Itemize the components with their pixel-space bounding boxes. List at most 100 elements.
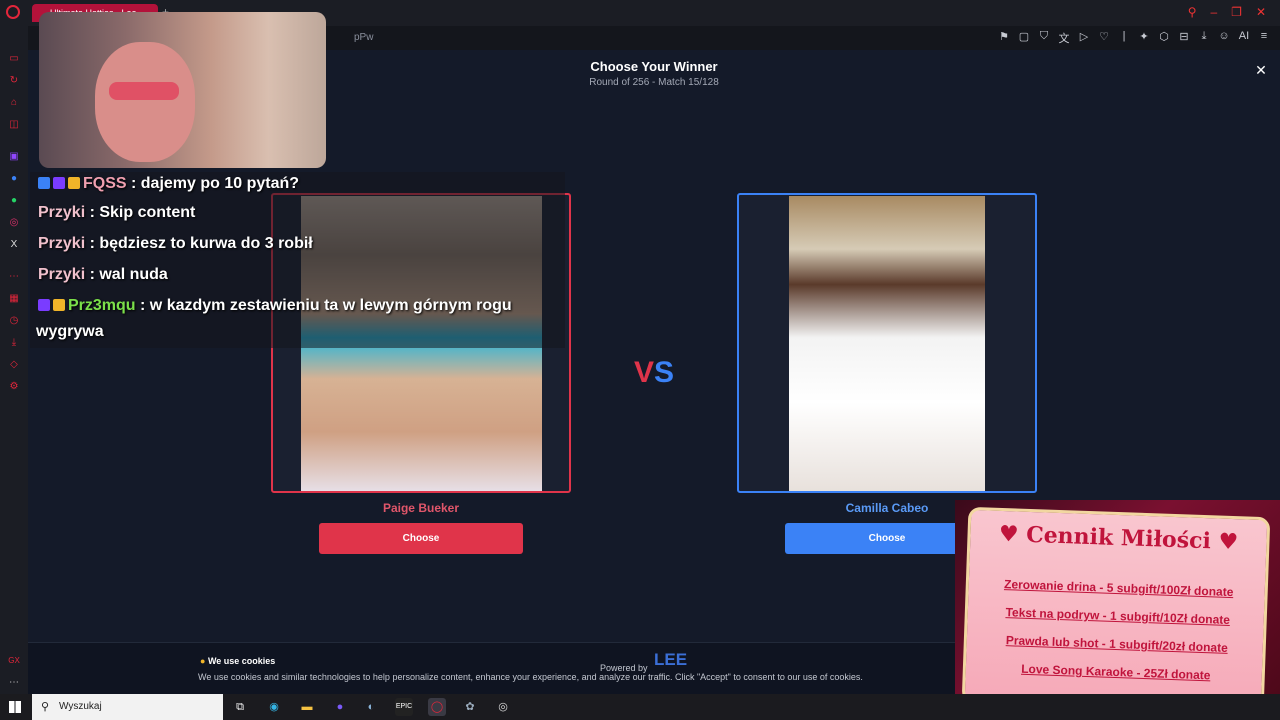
streamer-glasses (109, 82, 179, 100)
sidebar-more-icon[interactable]: ⋯ (7, 676, 21, 690)
profile-icon[interactable]: ☺ (1218, 30, 1230, 46)
epic-games-icon[interactable]: EPIC (395, 698, 413, 716)
heart-icon[interactable]: ♡ (1098, 30, 1110, 46)
sidebar-messenger-icon[interactable]: ● (7, 172, 21, 186)
lee-logo: LEE (654, 650, 688, 669)
extension-icon[interactable]: ✦ (1138, 30, 1150, 46)
price-item: Tekst na podryw - 1 subgift/10Zł donate (1005, 605, 1231, 627)
download-icon[interactable]: ⤓ (1198, 30, 1210, 46)
edge-icon[interactable]: ◉ (265, 698, 283, 716)
sidebar-twitch-icon[interactable]: ▣ (7, 150, 21, 164)
sidebar-grid-icon[interactable]: ▦ (7, 292, 21, 306)
browser-toolbar: ⚑ ▢ ⛉ 文 ▷ ♡ | ✦ ⬡ ⊟ ⤓ ☺ AI ≡ (998, 30, 1270, 46)
sidebar-home-icon[interactable]: ▭ (7, 52, 21, 66)
sidebar-gx-icon[interactable]: GX (7, 654, 21, 668)
close-window-icon[interactable]: ✕ (1256, 5, 1266, 19)
app-icon[interactable]: ✿ (461, 698, 479, 716)
shield-icon[interactable]: ⛉ (1038, 30, 1050, 46)
chat-text: : w kazdym zestawieniu ta w lewym górnym… (135, 297, 512, 314)
task-view-icon[interactable]: ⧉ (231, 698, 249, 716)
badge-icon (68, 177, 80, 189)
chat-message: FQSS : dajemy po 10 pytań? (38, 175, 299, 193)
chat-message: Przyki : będziesz to kurwa do 3 robił (38, 235, 313, 253)
price-list-overlay: ♥ Cennik Miłości ♥ Zerowanie drina - 5 s… (955, 500, 1280, 720)
minimize-icon[interactable]: – (1210, 5, 1217, 19)
vs-s: S (654, 356, 675, 389)
chat-message-continuation: wygrywa (36, 323, 104, 341)
choose-left-button[interactable]: Choose (319, 523, 523, 554)
screen: Ultimate Hotties - Lee... + ⚲ – ❐ ✕ pPw … (0, 0, 1280, 720)
ai-button[interactable]: AI (1238, 30, 1250, 46)
cookie-title: ● We use cookies (200, 656, 275, 666)
powered-by-label: Powered by (600, 663, 648, 673)
search-icon: ⚲ (41, 701, 50, 713)
sidebar-settings-icon[interactable]: ⚙ (7, 380, 21, 394)
heart-icon: ♥ (998, 520, 1027, 548)
extensions-divider: | (1122, 30, 1126, 42)
sidebar-download-icon[interactable]: ⤓ (7, 336, 21, 350)
chat-message: Przyki : wal nuda (38, 266, 168, 284)
opera-logo-icon[interactable] (6, 5, 20, 19)
snapshot-icon[interactable]: ▢ (1018, 30, 1030, 46)
right-contestant-card[interactable] (737, 193, 1037, 493)
chat-message: Prz3mqu : w kazdym zestawieniu ta w lewy… (38, 297, 512, 315)
chat-text: : dajemy po 10 pytań? (126, 175, 300, 192)
puzzle-icon[interactable]: ⬡ (1158, 30, 1170, 46)
translate-icon[interactable]: 文 (1058, 30, 1070, 46)
stream-chat: FQSS : dajemy po 10 pytań? Przyki : Skip… (30, 172, 565, 348)
search-icon[interactable]: ⚲ (1188, 5, 1197, 19)
sidebar-x-icon[interactable]: X (7, 238, 21, 252)
restore-icon[interactable]: ❐ (1231, 5, 1242, 19)
sidebar-clock-icon[interactable]: ◷ (7, 314, 21, 328)
vs-v: V (634, 356, 655, 389)
sidebar-whatsapp-icon[interactable]: ● (7, 194, 21, 208)
obs-icon[interactable]: ◎ (494, 698, 512, 716)
window-controls: ⚲ – ❐ ✕ (1188, 5, 1266, 19)
close-button[interactable]: ✕ (1250, 60, 1272, 80)
cookie-icon: ● (200, 656, 208, 666)
chat-username: Prz3mqu (68, 297, 136, 314)
streamer-webcam (39, 12, 326, 168)
chat-text: : Skip content (85, 204, 196, 221)
price-item: Prawda lub shot - 1 subgift/20zł donate (1005, 633, 1229, 655)
chat-username: Przyki (38, 266, 86, 283)
badge-icon (53, 299, 65, 311)
search-placeholder: Wyszukaj (59, 701, 102, 712)
left-contestant-name: Paige Bueker (382, 501, 460, 515)
sidebar-cube-icon[interactable]: ◇ (7, 358, 21, 372)
badge-icon (38, 299, 50, 311)
cookie-title-text: We use cookies (207, 656, 276, 666)
opera-gx-taskbar-icon[interactable]: ◯ (428, 698, 446, 716)
bookmark-icon[interactable]: ⚑ (998, 30, 1010, 46)
chat-username: Przyki (38, 235, 86, 252)
start-menu-icon[interactable] (9, 701, 21, 713)
sidebar-history-icon[interactable]: ↻ (7, 74, 21, 88)
chat-text: : wal nuda (85, 266, 168, 283)
taskbar-search[interactable]: ⚲ Wyszukaj (32, 694, 223, 720)
file-explorer-icon[interactable]: ▬ (298, 698, 316, 716)
chat-username: Przyki (38, 204, 86, 221)
chat-message: Przyki : Skip content (38, 204, 195, 222)
sidebar-instagram-icon[interactable]: ◎ (7, 216, 21, 230)
streamer-face (95, 42, 195, 162)
sidebar-bag-icon[interactable]: ⌂ (7, 96, 21, 110)
menu-icon[interactable]: ≡ (1258, 30, 1270, 46)
sidebar-flow-icon[interactable]: ⋯ (7, 270, 21, 284)
price-title: ♥ Cennik Miłości ♥ (970, 520, 1267, 556)
price-item: Zerowanie drina - 5 subgift/100Zł donate (1003, 577, 1234, 600)
price-title-text: Cennik Miłości (1025, 521, 1212, 555)
wallet-icon[interactable]: ⊟ (1178, 30, 1190, 46)
windows-taskbar: ⚲ Wyszukaj ⧉ ◉ ▬ ● ◐ EPIC ◯ ✿ ◎ (0, 694, 1280, 720)
badge-icon (53, 177, 65, 189)
versus-label: VS (634, 356, 674, 390)
cookie-text: We use cookies and similar technologies … (198, 672, 863, 682)
chat-text: wygrywa (36, 323, 104, 340)
steam-icon[interactable]: ◐ (362, 698, 380, 716)
heart-icon: ♥ (1210, 528, 1239, 556)
badge-icon (38, 177, 50, 189)
chat-username: FQSS (83, 175, 127, 192)
price-panel: ♥ Cennik Miłości ♥ Zerowanie drina - 5 s… (961, 506, 1271, 714)
sidebar-chat-icon[interactable]: ◫ (7, 118, 21, 132)
play-icon[interactable]: ▷ (1078, 30, 1090, 46)
discord-icon[interactable]: ● (331, 698, 349, 716)
